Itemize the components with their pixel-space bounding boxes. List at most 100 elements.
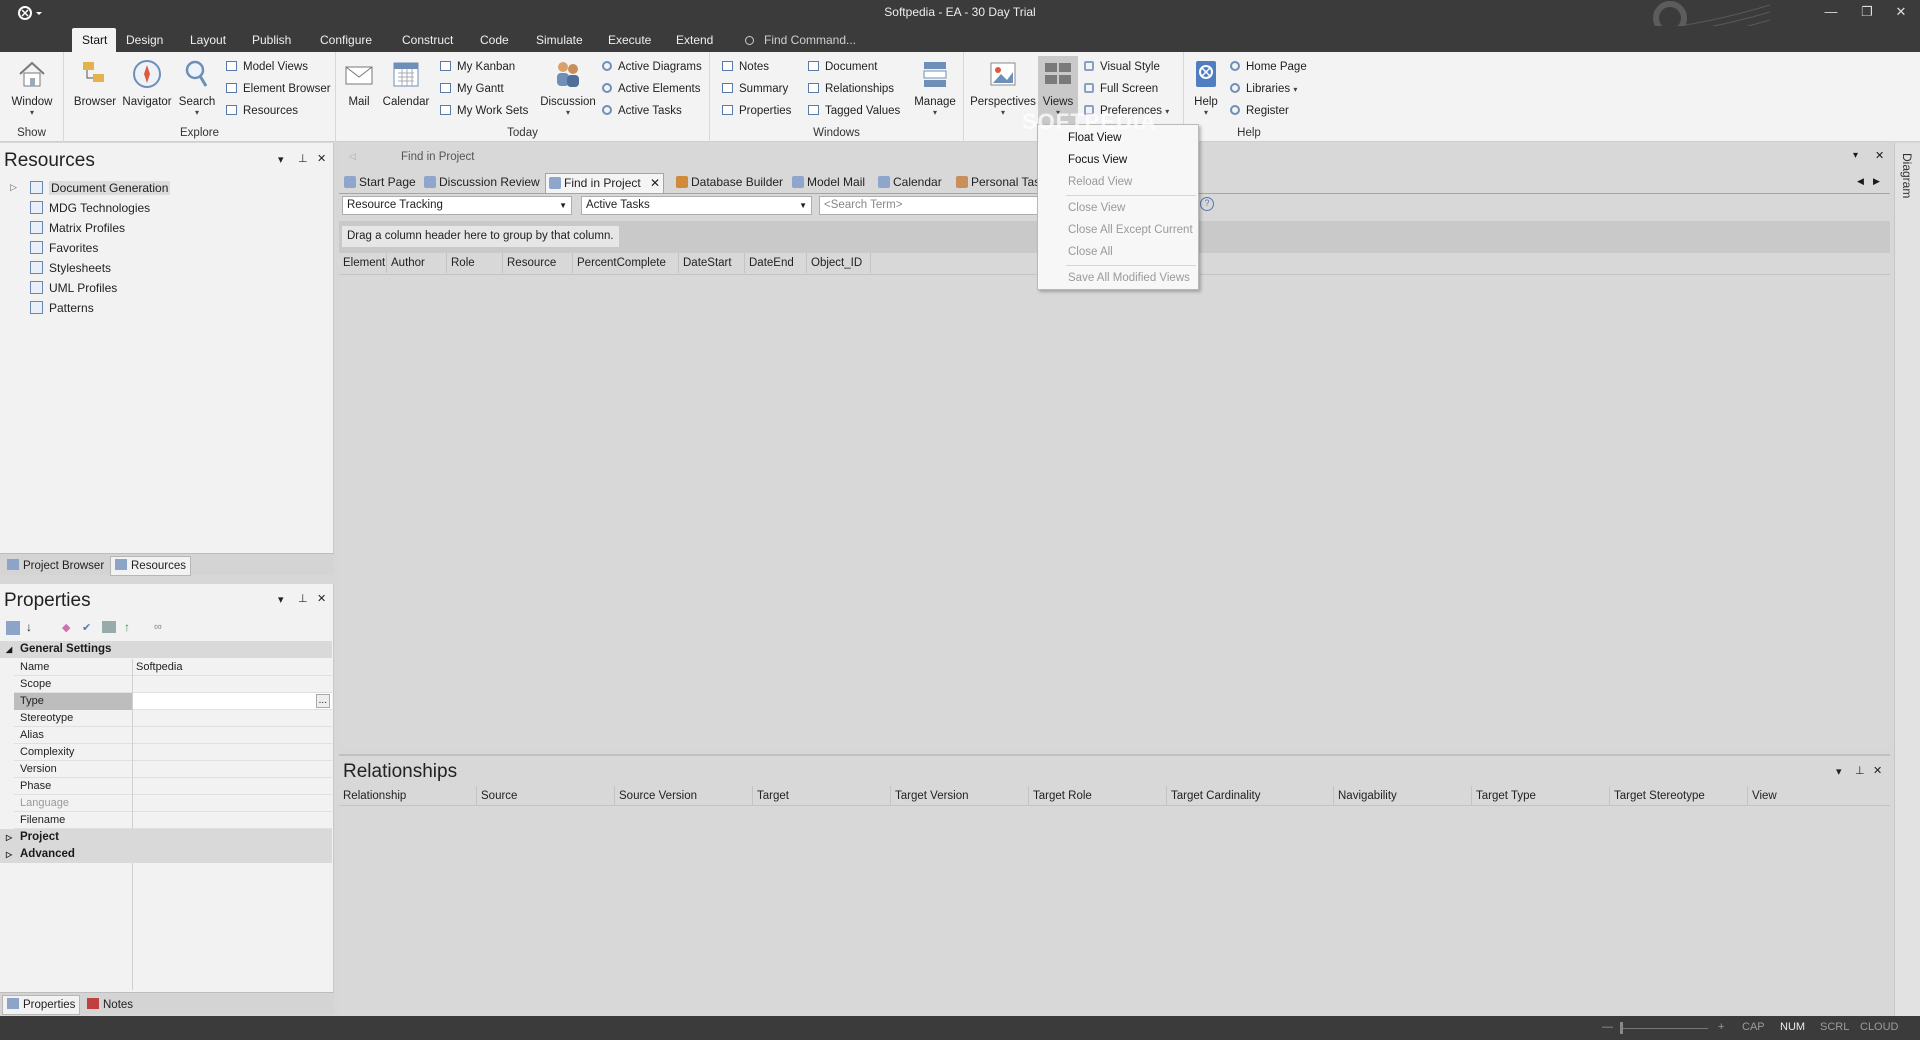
- tag-icon[interactable]: ◆: [62, 621, 70, 634]
- document-button[interactable]: Document: [808, 58, 877, 76]
- tree-item-document-generation[interactable]: Document Generation: [30, 179, 171, 197]
- tab-design[interactable]: Design: [116, 28, 172, 52]
- window-button[interactable]: Window ▾: [6, 58, 58, 117]
- tab-extend[interactable]: Extend: [666, 28, 722, 52]
- menu-item-close-view[interactable]: Close View: [1068, 199, 1125, 217]
- property-row[interactable]: Complexity: [14, 744, 332, 761]
- tree-item-matrix-profiles[interactable]: Matrix Profiles: [30, 219, 125, 237]
- sort-alpha-icon[interactable]: ↓: [26, 620, 32, 634]
- categorized-icon[interactable]: [6, 621, 20, 635]
- properties-button[interactable]: Properties: [722, 102, 791, 120]
- tree-item-patterns[interactable]: Patterns: [30, 299, 94, 317]
- mail-button[interactable]: Mail: [340, 58, 378, 108]
- tree-item-mdg-technologies[interactable]: MDG Technologies: [30, 199, 150, 217]
- tab-construct[interactable]: Construct: [392, 28, 460, 52]
- property-row[interactable]: Phase: [14, 778, 332, 795]
- browser-button[interactable]: Browser: [68, 58, 122, 108]
- close-icon[interactable]: ✕: [1875, 149, 1884, 162]
- column-header-target-version[interactable]: Target Version: [891, 786, 1029, 806]
- column-header-role[interactable]: Role: [447, 253, 503, 273]
- close-tab-icon[interactable]: ✕: [650, 176, 660, 190]
- element-browser-button[interactable]: Element Browser: [226, 80, 331, 98]
- ellipsis-button[interactable]: ...: [315, 694, 330, 708]
- property-row[interactable]: Alias: [14, 727, 332, 744]
- property-row[interactable]: Type...: [14, 693, 332, 710]
- tab-layout[interactable]: Layout: [180, 28, 234, 52]
- pin-icon[interactable]: ⊥: [298, 592, 308, 605]
- tab-project-browser[interactable]: Project Browser: [2, 556, 109, 576]
- menu-item-close-all-except-current[interactable]: Close All Except Current: [1068, 221, 1193, 239]
- column-header-percentcomplete[interactable]: PercentComplete: [573, 253, 679, 273]
- tab-find-in-project[interactable]: Find in Project ✕: [545, 173, 665, 193]
- help-button[interactable]: Help ▾: [1186, 58, 1226, 117]
- active-diagrams-button[interactable]: Active Diagrams: [602, 58, 702, 76]
- view-menu-icon[interactable]: ▾: [1853, 150, 1858, 161]
- arrow-up-icon[interactable]: ↑: [124, 620, 130, 634]
- resources-button[interactable]: Resources: [226, 102, 298, 120]
- menu-item-focus-view[interactable]: Focus View: [1068, 151, 1127, 169]
- menu-item-float-view[interactable]: Float View: [1068, 129, 1121, 147]
- category-general-settings[interactable]: ◢ General Settings: [0, 641, 332, 658]
- tab-resources[interactable]: Resources: [110, 556, 191, 576]
- column-header-datestart[interactable]: DateStart: [679, 253, 745, 273]
- category-advanced[interactable]: ▷ Advanced: [0, 846, 332, 863]
- tab-simulate[interactable]: Simulate: [526, 28, 590, 52]
- property-row[interactable]: Version: [14, 761, 332, 778]
- column-header-target-stereotype[interactable]: Target Stereotype: [1610, 786, 1748, 806]
- tab-notes[interactable]: Notes: [82, 995, 138, 1015]
- panel-menu-icon[interactable]: ▾: [278, 153, 284, 166]
- scroll-right-icon[interactable]: ▶: [1873, 176, 1880, 187]
- help-icon[interactable]: ?: [1200, 197, 1214, 211]
- find-command-box[interactable]: Find Command...: [745, 28, 856, 52]
- zoom-in-button[interactable]: +: [1718, 1021, 1724, 1033]
- check-icon[interactable]: ✔: [82, 621, 91, 634]
- tab-properties[interactable]: Properties: [2, 995, 81, 1015]
- manage-button[interactable]: Manage ▾: [910, 58, 960, 117]
- close-icon[interactable]: ✕: [317, 152, 326, 165]
- pin-icon[interactable]: ⊥: [298, 152, 308, 165]
- column-header-element[interactable]: Element: [339, 253, 387, 273]
- column-header-target[interactable]: Target: [753, 786, 891, 806]
- search-button[interactable]: Search ▾: [174, 58, 220, 117]
- active-elements-button[interactable]: Active Elements: [602, 80, 700, 98]
- close-button[interactable]: ✕: [1890, 3, 1912, 21]
- filter-dropdown[interactable]: Active Tasks ▼: [581, 196, 812, 215]
- tree-item-uml-profiles[interactable]: UML Profiles: [30, 279, 117, 297]
- tab-database-builder[interactable]: Database Builder: [673, 173, 786, 193]
- panel-menu-icon[interactable]: ▾: [1836, 765, 1842, 778]
- my-gantt-button[interactable]: My Gantt: [440, 80, 504, 98]
- column-header-target-cardinality[interactable]: Target Cardinality: [1167, 786, 1334, 806]
- expand-arrow-icon[interactable]: ▷: [10, 182, 17, 193]
- home-page-button[interactable]: Home Page: [1230, 58, 1307, 76]
- relationships-button[interactable]: Relationships: [808, 80, 894, 98]
- diagram-side-tab[interactable]: Diagram: [1900, 153, 1914, 198]
- navigator-button[interactable]: Navigator: [116, 58, 178, 108]
- link-icon[interactable]: ∞: [154, 621, 162, 633]
- zoom-out-button[interactable]: —: [1602, 1021, 1613, 1033]
- search-term-input[interactable]: <Search Term>: [819, 196, 1039, 215]
- tree-item-favorites[interactable]: Favorites: [30, 239, 98, 257]
- property-row[interactable]: Stereotype: [14, 710, 332, 727]
- tab-execute[interactable]: Execute: [598, 28, 660, 52]
- results-grid[interactable]: [339, 276, 1890, 749]
- tab-discussion-review[interactable]: Discussion Review: [421, 173, 543, 193]
- tab-start-page[interactable]: Start Page: [341, 173, 419, 193]
- column-header-source[interactable]: Source: [477, 786, 615, 806]
- tab-publish[interactable]: Publish: [242, 28, 300, 52]
- close-icon[interactable]: ✕: [1873, 764, 1882, 777]
- my-kanban-button[interactable]: My Kanban: [440, 58, 515, 76]
- tree-item-stylesheets[interactable]: Stylesheets: [30, 259, 111, 277]
- visual-style-button[interactable]: Visual Style: [1084, 58, 1160, 76]
- column-header-object-id[interactable]: Object_ID: [807, 253, 871, 273]
- pin-icon[interactable]: ⊥: [1855, 764, 1865, 777]
- discussion-button[interactable]: Discussion ▾: [538, 58, 598, 117]
- relationships-grid[interactable]: [339, 807, 1890, 1016]
- full-screen-button[interactable]: Full Screen: [1084, 80, 1158, 98]
- column-header-target-role[interactable]: Target Role: [1029, 786, 1167, 806]
- column-header-navigability[interactable]: Navigability: [1334, 786, 1472, 806]
- property-row[interactable]: Scope: [14, 676, 332, 693]
- menu-item-reload-view[interactable]: Reload View: [1068, 173, 1132, 191]
- summary-button[interactable]: Summary: [722, 80, 788, 98]
- scroll-left-icon[interactable]: ◀: [1857, 176, 1864, 187]
- zoom-slider[interactable]: [1620, 1028, 1708, 1029]
